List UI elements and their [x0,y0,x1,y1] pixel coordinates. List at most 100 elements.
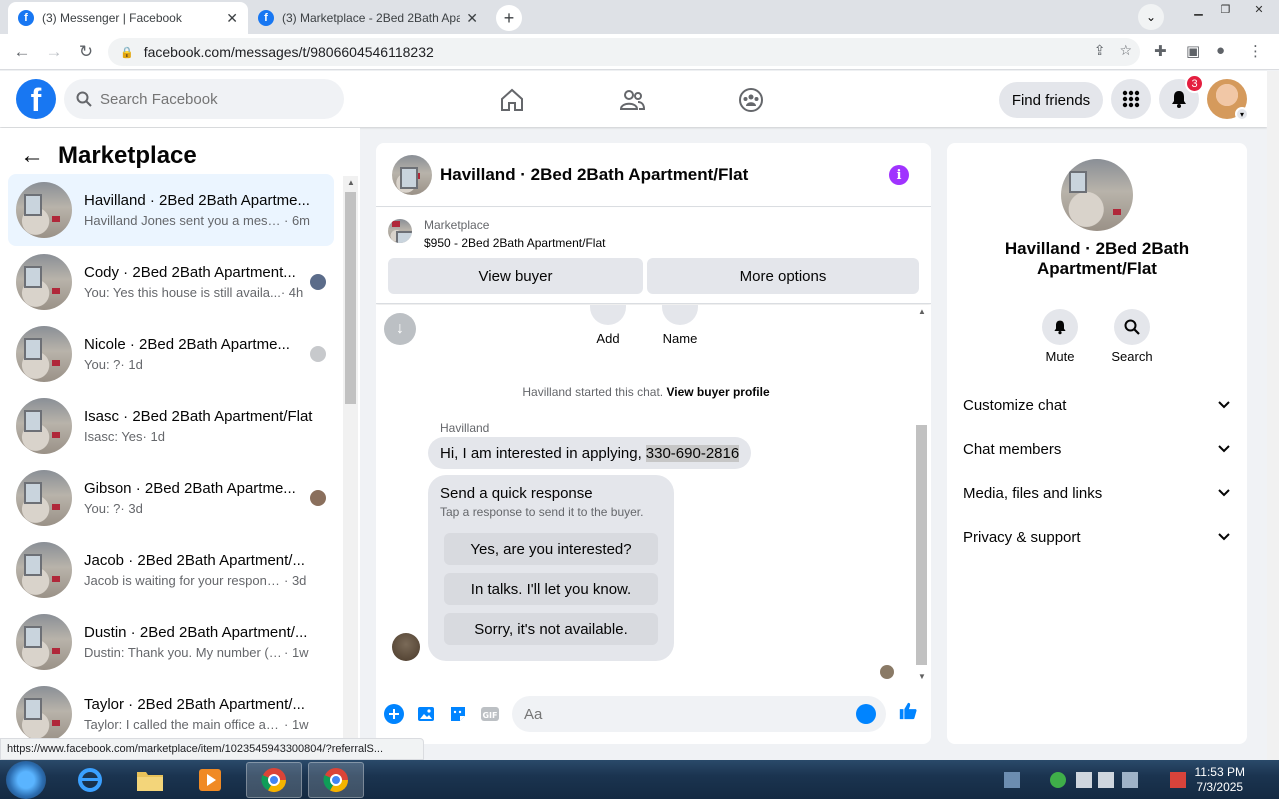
browser-menu-icon[interactable]: ⋮ [1248,42,1263,60]
privacy-support-item[interactable]: Privacy & support [963,521,1231,553]
gif-icon[interactable]: GIF [480,704,500,724]
url-field[interactable]: 🔒 facebook.com/messages/t/98066045461182… [108,38,1140,66]
chat-members-item[interactable]: Chat members [963,433,1231,465]
scrollbar-thumb[interactable] [345,192,356,404]
add-person-icon [590,305,626,325]
search-action[interactable]: Search [1102,309,1162,364]
conversation-list-scrollbar[interactable]: ▲ [343,176,358,740]
groups-icon[interactable] [734,83,768,117]
profile-avatar[interactable]: ▾ [1207,79,1249,121]
close-window-icon[interactable]: ✕ [1239,0,1279,18]
chat-started-notice: Havilland started this chat. View buyer … [376,385,916,399]
highlighted-phone-number[interactable]: 330-690-2816 [645,444,740,462]
restore-icon[interactable]: ❐ [1212,0,1239,18]
name-chat-action[interactable]: Name [662,305,698,346]
menu-grid-icon[interactable] [1111,79,1151,119]
file-explorer-icon[interactable] [122,762,178,798]
tray-usb-icon[interactable] [1076,772,1092,788]
find-friends-button[interactable]: Find friends [999,82,1103,118]
conversation-item[interactable]: Taylor · 2Bed 2Bath Apartment/... Taylor… [8,678,334,740]
minimize-icon[interactable]: ▁ [1185,0,1212,18]
sender-name: Havilland [440,421,490,435]
tray-display-icon[interactable] [1122,772,1138,788]
listing-thumbnail [16,326,72,382]
search-box[interactable] [64,79,344,119]
side-panel-icon[interactable]: ▣ [1186,42,1200,60]
home-icon[interactable] [495,83,529,117]
close-tab-icon[interactable]: ✕ [226,10,238,27]
listing-thumbnail[interactable] [392,154,432,195]
share-icon[interactable]: ⇪ [1094,42,1106,59]
conversation-item[interactable]: Jacob · 2Bed 2Bath Apartment/... Jacob i… [8,534,334,606]
customize-chat-item[interactable]: Customize chat [963,389,1231,421]
extensions-puzzle-icon[interactable]: ✚ [1154,42,1167,60]
friends-icon[interactable] [615,83,649,117]
media-files-links-item[interactable]: Media, files and links [963,477,1231,509]
profile-icon[interactable]: ● [1216,42,1225,59]
add-people-action[interactable]: Add [590,305,626,346]
taskbar-clock[interactable]: 11:53 PM 7/3/2025 [1195,765,1245,795]
action-label: Add [596,331,620,346]
plus-circle-icon[interactable] [384,704,404,724]
info-title: Havilland · 2Bed 2Bath Apartment/Flat [1004,239,1190,278]
view-buyer-button[interactable]: View buyer [388,258,643,294]
reload-icon[interactable]: ↻ [74,40,98,64]
conversation-name: Isasc · 2Bed 2Bath Apartment/Flat [84,408,313,425]
search-input[interactable] [100,90,320,108]
forward-icon[interactable]: → [42,40,66,64]
more-options-button[interactable]: More options [647,258,919,294]
chat-title[interactable]: Havilland · 2Bed 2Bath Apartment/Flat [440,165,748,185]
close-tab-icon[interactable]: ✕ [466,10,478,27]
back-arrow-icon[interactable]: ← [20,142,44,170]
chrome-taskbar-icon[interactable] [246,762,302,798]
conversation-item[interactable]: Havilland · 2Bed 2Bath Apartme... Havill… [8,174,334,246]
chevron-down-icon [1218,489,1230,497]
chevron-down-icon [1218,533,1230,541]
media-player-icon[interactable] [182,762,238,798]
info-icon[interactable]: i [889,165,909,185]
tab-messenger[interactable]: f (3) Messenger | Facebook ✕ [8,2,248,34]
message-input-box[interactable] [512,696,886,732]
conversation-item[interactable]: Cody · 2Bed 2Bath Apartment... You: Yes … [8,246,334,318]
tab-marketplace[interactable]: f (3) Marketplace - 2Bed 2Bath Apartment… [248,2,488,34]
quick-response-button[interactable]: In talks. I'll let you know. [444,573,658,605]
conversation-item[interactable]: Isasc · 2Bed 2Bath Apartment/Flat Isasc:… [8,390,334,462]
conversation-preview: Isasc: Yes [84,429,143,444]
quick-response-button[interactable]: Yes, are you interested? [444,533,658,565]
emoji-icon[interactable] [856,704,876,724]
page-scrollbar[interactable] [1267,71,1279,760]
scroll-up-icon[interactable]: ▲ [347,178,355,187]
listing-label: Marketplace [424,218,490,232]
thumbs-up-icon[interactable] [898,701,918,721]
message-thread-scrollbar[interactable]: ▲ ▼ [914,305,929,683]
conversation-item[interactable]: Gibson · 2Bed 2Bath Apartme... You: ? · … [8,462,334,534]
tray-network-icon[interactable] [1004,772,1020,788]
quick-response-button[interactable]: Sorry, it's not available. [444,613,658,645]
sticker-icon[interactable] [448,704,468,724]
tray-action-center-icon[interactable] [1170,772,1186,788]
tray-app-icon[interactable] [1050,772,1066,788]
chrome-taskbar-icon[interactable] [308,762,364,798]
scroll-up-icon[interactable]: ▲ [918,307,926,316]
internet-explorer-icon[interactable] [62,762,118,798]
search-icon [76,91,92,107]
tab-search-icon[interactable]: ⌄ [1138,4,1164,30]
new-tab-button[interactable]: + [496,5,522,31]
mute-action[interactable]: Mute [1030,309,1090,364]
tray-volume-icon[interactable] [1098,772,1114,788]
listing-thumbnail [388,219,412,243]
message-input[interactable] [524,705,824,723]
sender-avatar[interactable] [392,633,420,661]
view-buyer-profile-link[interactable]: View buyer profile [666,385,769,399]
facebook-logo-icon[interactable]: f [16,79,56,119]
photo-icon[interactable] [416,704,436,724]
scrollbar-thumb[interactable] [916,425,927,665]
conversation-item[interactable]: Dustin · 2Bed 2Bath Apartment/... Dustin… [8,606,334,678]
conversation-item[interactable]: Nicole · 2Bed 2Bath Apartme... You: ? · … [8,318,334,390]
scroll-down-arrow-icon[interactable]: ↓ [384,313,416,345]
message-bubble[interactable]: Hi, I am interested in applying, 330-690… [428,437,752,469]
start-button-icon[interactable] [6,761,46,799]
scroll-down-icon[interactable]: ▼ [918,672,926,681]
back-icon[interactable]: ← [10,40,34,64]
bookmark-star-icon[interactable]: ☆ [1119,42,1132,59]
